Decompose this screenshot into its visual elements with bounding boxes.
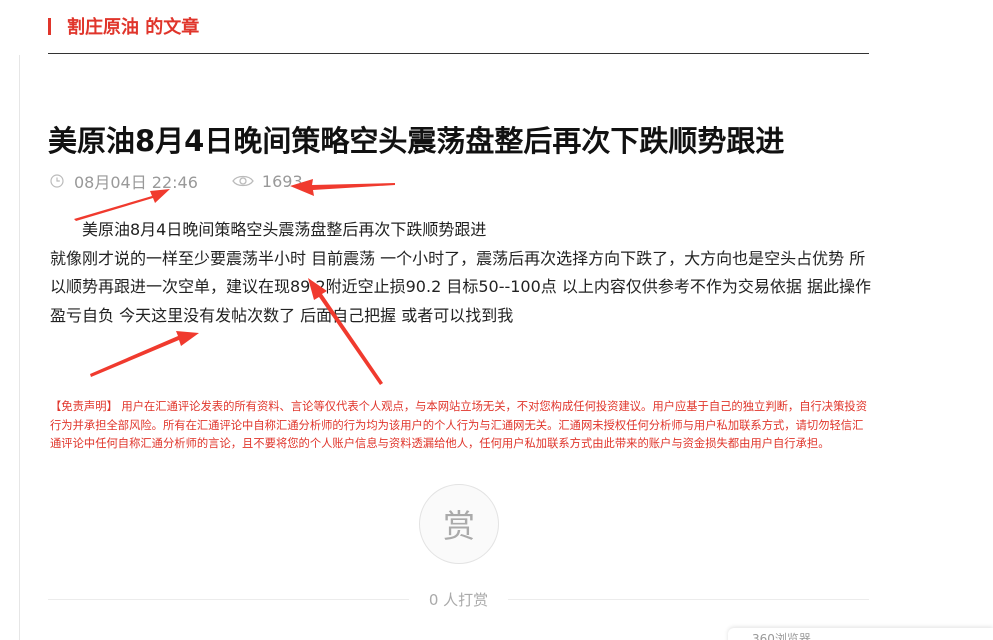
disclaimer-text: 用户在汇通评论发表的所有资料、言论等仅代表个人观点，与本网站立场无关，不对您构成… bbox=[50, 400, 867, 450]
left-card-edge bbox=[0, 55, 20, 640]
section-title: 割庄原油 的文章 bbox=[67, 17, 200, 38]
article-body: 美原油8月4日晚间策略空头震荡盘整后再次下跌顺势跟进 就像刚才说的一样至少要震荡… bbox=[50, 216, 872, 330]
article-title: 美原油8月4日晚间策略空头震荡盘整后再次下跌顺势跟进 bbox=[48, 124, 785, 158]
section-header: 割庄原油 的文章 bbox=[48, 14, 199, 38]
publish-date: 08月04日 22:46 bbox=[74, 173, 198, 192]
article-paragraph: 就像刚才说的一样至少要震荡半小时 目前震荡 一个小时了，震荡后再次选择方向下跌了… bbox=[50, 248, 871, 325]
disclaimer: 【免责声明】 用户在汇通评论发表的所有资料、言论等仅代表个人观点，与本网站立场无… bbox=[50, 398, 870, 454]
article-meta: 08月04日 22:46 1693 bbox=[50, 169, 303, 193]
reward-button[interactable]: 赏 bbox=[419, 484, 499, 564]
section-accent-bar bbox=[48, 17, 51, 35]
divider-right bbox=[508, 598, 869, 600]
browser-popup[interactable]: 360浏览器 bbox=[728, 628, 993, 640]
clock-icon bbox=[50, 174, 64, 188]
article-lead: 美原油8月4日晚间策略空头震荡盘整后再次下跌顺势跟进 bbox=[82, 220, 487, 239]
page: 割庄原油 的文章 美原油8月4日晚间策略空头震荡盘整后再次下跌顺势跟进 08月0… bbox=[0, 0, 993, 640]
annotation-arrow bbox=[90, 331, 199, 377]
reward-count: 0 人打赏 bbox=[428, 590, 489, 609]
eye-icon bbox=[232, 175, 254, 187]
view-count: 1693 bbox=[261, 171, 303, 191]
header-divider bbox=[48, 53, 869, 54]
reward-count-row: 0 人打赏 bbox=[48, 586, 869, 612]
divider-left bbox=[48, 598, 409, 600]
annotation-arrow bbox=[290, 179, 395, 196]
disclaimer-label: 【免责声明】 bbox=[50, 400, 118, 413]
